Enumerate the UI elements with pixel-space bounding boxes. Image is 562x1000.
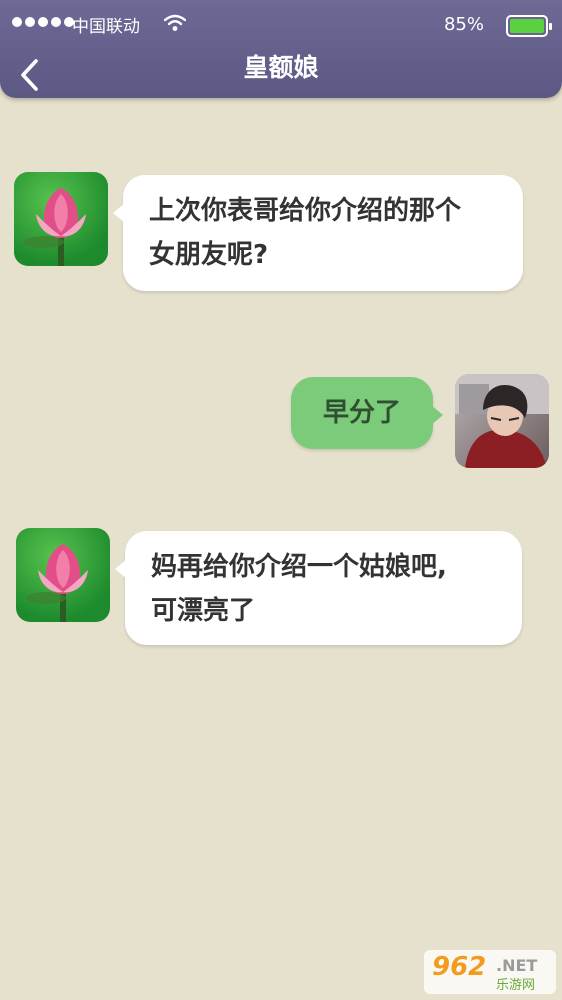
signal-strength-icon	[12, 17, 74, 27]
message-bubble-incoming[interactable]: 上次你表哥给你介绍的那个 女朋友呢?	[113, 175, 523, 291]
message-bubble-outgoing[interactable]: 早分了	[291, 377, 443, 449]
message-bubble-incoming[interactable]: 妈再给你介绍一个姑娘吧, 可漂亮了	[115, 531, 522, 645]
battery-percentage: 85%	[443, 14, 484, 35]
lotus-avatar[interactable]	[16, 528, 110, 622]
chat-title: 皇额娘	[243, 53, 319, 82]
lotus-avatar[interactable]	[14, 172, 108, 266]
message-line: 可漂亮了	[151, 596, 256, 626]
battery-fill	[510, 19, 544, 33]
top-bar: 中国联动 85% 皇额娘	[0, 0, 562, 98]
message-line: 上次你表哥给你介绍的那个	[149, 196, 462, 226]
watermark-logo: 962 .NET 乐游网	[424, 950, 556, 994]
status-bar: 中国联动 85%	[12, 10, 552, 37]
carrier-name: 中国联动	[72, 17, 140, 37]
wifi-icon	[164, 14, 186, 31]
watermark-number: 962	[432, 952, 487, 982]
message-line: 妈再给你介绍一个姑娘吧,	[151, 552, 447, 582]
watermark-suffix: .NET	[496, 956, 538, 975]
message-line: 女朋友呢?	[149, 240, 269, 270]
message-line: 早分了	[322, 398, 401, 428]
boy-avatar[interactable]	[455, 374, 549, 468]
battery-icon	[506, 15, 552, 37]
watermark-site-name: 乐游网	[496, 978, 536, 993]
